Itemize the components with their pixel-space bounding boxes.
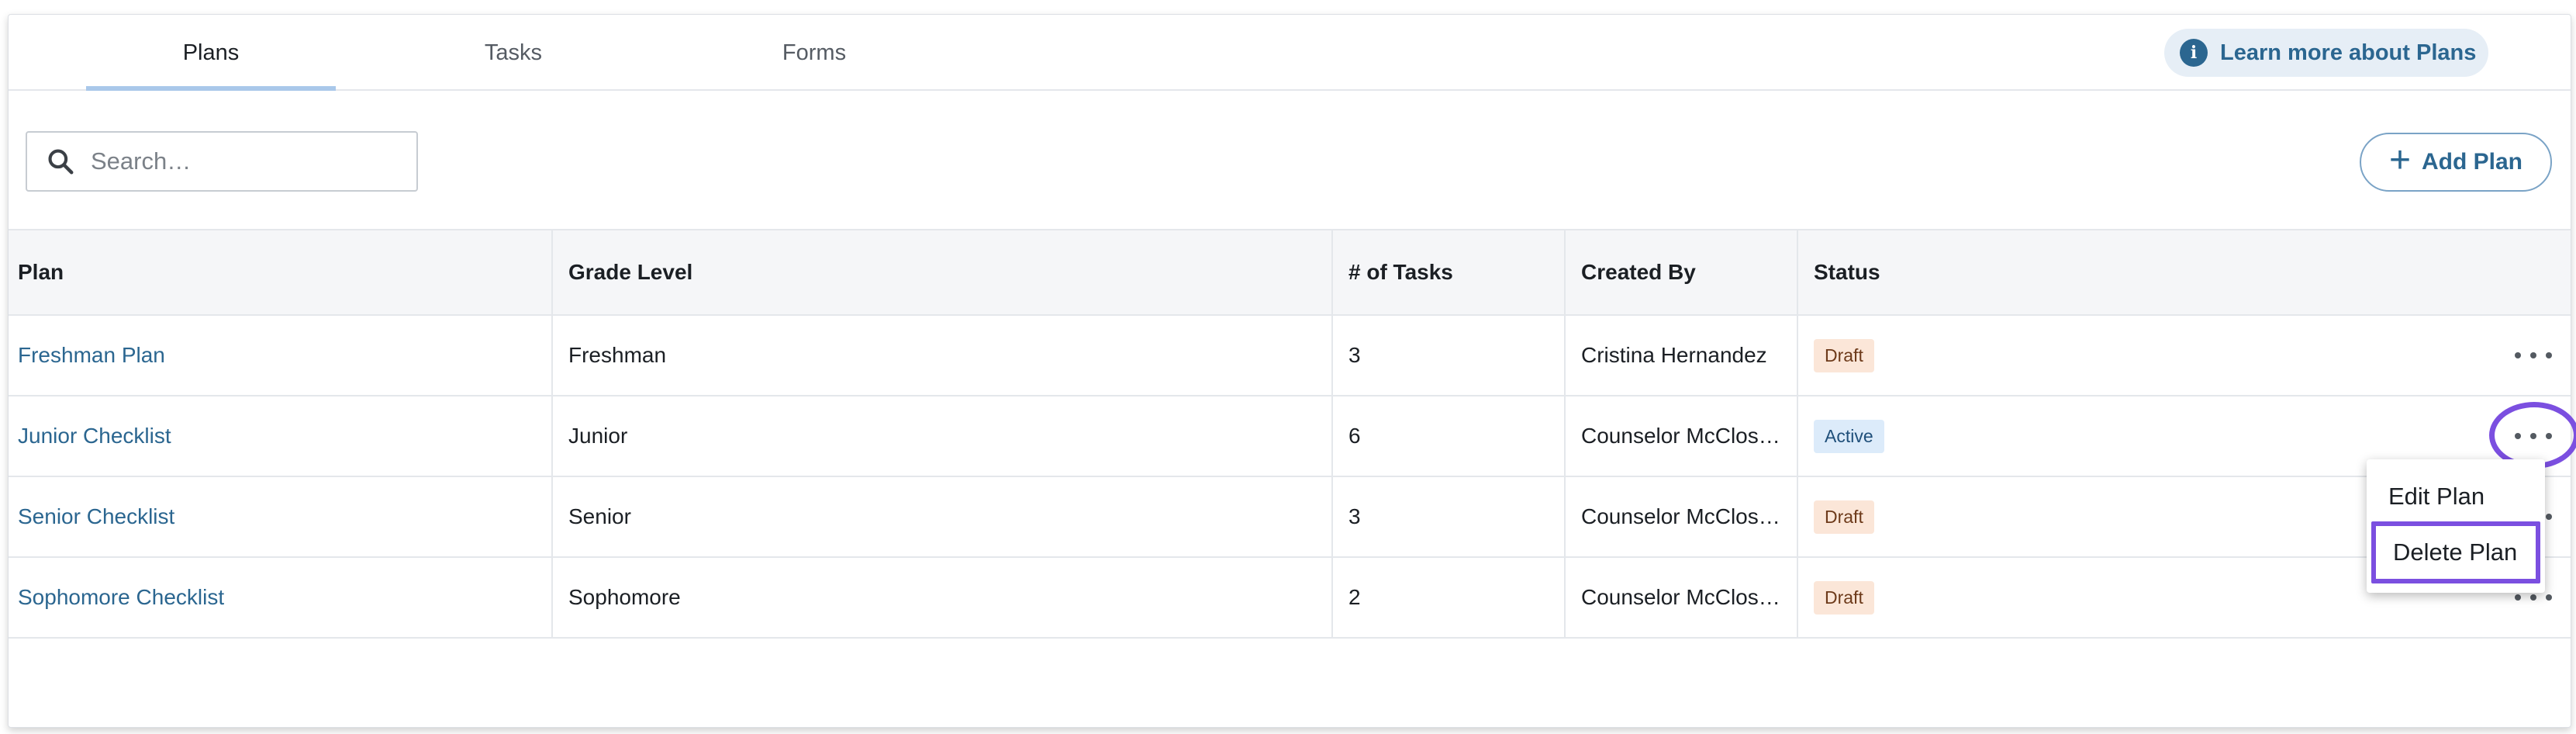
created-by-text: Counselor McClos… <box>1581 585 1780 609</box>
more-icon <box>2530 352 2536 358</box>
tab-plans[interactable]: Plans <box>86 15 336 91</box>
status-badge: Draft <box>1814 500 1874 534</box>
tasks-cell: 2 <box>1331 558 1564 637</box>
search-input[interactable] <box>89 147 384 176</box>
created-by-cell: Counselor McClos… <box>1564 477 1797 556</box>
status-badge: Draft <box>1814 338 1874 372</box>
status-badge: Draft <box>1814 580 1874 615</box>
tab-bar: Plans Tasks Forms i Learn more about Pla… <box>9 15 2571 91</box>
grade-cell: Senior <box>551 477 1331 556</box>
table-header: Plan Grade Level # of Tasks Created By S… <box>9 229 2571 316</box>
learn-more-button[interactable]: i Learn more about Plans <box>2164 29 2488 77</box>
table-row: Senior Checklist Senior 3 Counselor McCl… <box>9 477 2571 558</box>
plan-link[interactable]: Sophomore Checklist <box>18 585 224 610</box>
plan-link[interactable]: Junior Checklist <box>18 424 171 448</box>
table-row: Junior Checklist Junior 6 Counselor McCl… <box>9 396 2571 477</box>
add-plan-button[interactable]: + Add Plan <box>2360 133 2552 192</box>
delete-plan-menu-item[interactable]: Delete Plan <box>2371 521 2540 583</box>
more-icon <box>2546 433 2552 439</box>
tasks-cell: 3 <box>1331 316 1564 395</box>
created-by-cell: Counselor McClos… <box>1564 558 1797 637</box>
created-by-cell: Cristina Hernandez <box>1564 316 1797 395</box>
created-by-text: Counselor McClos… <box>1581 424 1780 448</box>
search-box[interactable] <box>26 131 418 192</box>
table-row: Freshman Plan Freshman 3 Cristina Hernan… <box>9 316 2571 396</box>
more-icon <box>2515 594 2521 601</box>
header-created-by[interactable]: Created By <box>1564 230 1797 314</box>
header-grade-level[interactable]: Grade Level <box>551 230 1331 314</box>
more-actions-button[interactable] <box>2515 344 2552 367</box>
more-icon <box>2515 352 2521 358</box>
more-icon <box>2515 433 2521 439</box>
header-num-tasks[interactable]: # of Tasks <box>1331 230 1564 314</box>
created-by-text: Cristina Hernandez <box>1581 343 1767 367</box>
grade-cell: Sophomore <box>551 558 1331 637</box>
grade-cell: Junior <box>551 396 1331 476</box>
more-icon <box>2546 514 2552 520</box>
grade-cell: Freshman <box>551 316 1331 395</box>
status-badge: Active <box>1814 419 1884 453</box>
plan-link[interactable]: Freshman Plan <box>18 343 165 368</box>
tab-forms[interactable]: Forms <box>689 15 939 91</box>
search-icon <box>48 149 74 175</box>
tasks-cell: 6 <box>1331 396 1564 476</box>
plus-icon: + <box>2388 140 2411 181</box>
header-status[interactable]: Status <box>1797 230 2572 314</box>
edit-plan-menu-item[interactable]: Edit Plan <box>2367 472 2545 521</box>
add-plan-label: Add Plan <box>2422 149 2523 175</box>
plans-table: Plan Grade Level # of Tasks Created By S… <box>9 229 2571 639</box>
page: Plans Tasks Forms i Learn more about Pla… <box>0 0 2576 734</box>
header-plan[interactable]: Plan <box>9 230 551 314</box>
more-icon <box>2546 352 2552 358</box>
active-tab-indicator <box>86 86 336 91</box>
row-actions-menu: Edit Plan Delete Plan <box>2367 459 2545 593</box>
plan-link[interactable]: Senior Checklist <box>18 504 174 529</box>
more-icon <box>2530 433 2536 439</box>
plans-card: Plans Tasks Forms i Learn more about Pla… <box>8 14 2571 728</box>
learn-more-label: Learn more about Plans <box>2220 40 2477 65</box>
created-by-text: Counselor McClos… <box>1581 504 1780 528</box>
more-icon <box>2546 594 2552 601</box>
status-cell: Draft <box>1797 316 2572 395</box>
created-by-cell: Counselor McClos… <box>1564 396 1797 476</box>
info-icon: i <box>2180 39 2208 67</box>
table-row: Sophomore Checklist Sophomore 2 Counselo… <box>9 558 2571 639</box>
more-icon <box>2530 594 2536 601</box>
tasks-cell: 3 <box>1331 477 1564 556</box>
tab-tasks[interactable]: Tasks <box>388 15 638 91</box>
more-actions-button[interactable] <box>2515 424 2552 448</box>
